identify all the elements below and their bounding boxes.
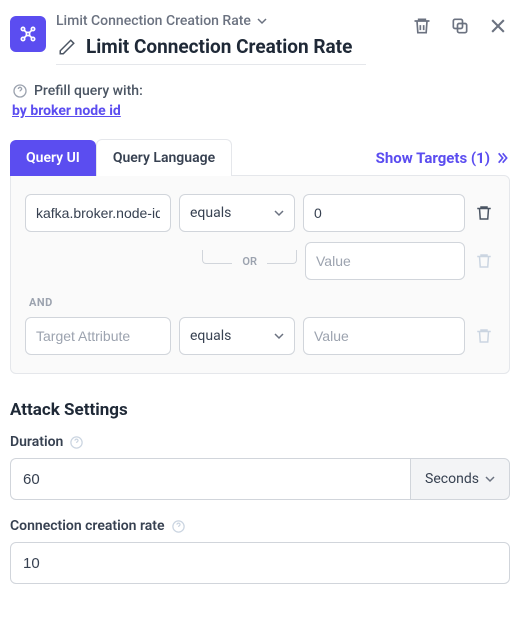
target-attribute-input[interactable] [25, 194, 171, 232]
query-builder-card: equals OR AND equals [10, 175, 510, 374]
close-button[interactable] [486, 14, 510, 38]
tab-query-ui[interactable]: Query UI [10, 140, 96, 176]
trash-icon [475, 327, 493, 345]
title-row: Limit Connection Creation Rate [56, 35, 366, 65]
close-icon [488, 16, 508, 36]
connection-rate-field: Connection creation rate [10, 518, 510, 584]
pencil-icon [58, 38, 76, 56]
delete-or-button[interactable] [473, 252, 495, 270]
trash-icon [475, 252, 493, 270]
help-icon[interactable] [171, 519, 186, 534]
caret-down-icon [257, 16, 267, 26]
prefill-section: Prefill query with: by broker node id [10, 83, 510, 119]
attack-type-dropdown[interactable]: Limit Connection Creation Rate [56, 13, 267, 29]
attack-settings-heading: Attack Settings [10, 400, 510, 420]
show-targets-label: Show Targets (1) [376, 149, 490, 167]
connection-rate-input[interactable] [10, 542, 510, 584]
prefill-label-row: Prefill query with: [12, 83, 508, 99]
duration-input-group: Seconds [10, 458, 510, 500]
delete-button[interactable] [410, 14, 434, 38]
and-label: AND [29, 296, 495, 309]
attack-type-icon [10, 16, 46, 52]
duration-input[interactable] [10, 458, 410, 500]
tabs-row: Query UI Query Language Show Targets (1) [10, 139, 510, 176]
operator-select-value: equals [190, 205, 231, 221]
help-icon [12, 83, 28, 99]
prefill-link-broker-node-id[interactable]: by broker node id [12, 103, 121, 119]
value-input-2[interactable] [303, 317, 465, 355]
attack-config-panel: Limit Connection Creation Rate Limit Con… [0, 0, 520, 622]
connection-rate-label-row: Connection creation rate [10, 518, 510, 534]
header-center: Limit Connection Creation Rate Limit Con… [56, 10, 400, 65]
operator-select-2[interactable]: equals [179, 317, 295, 355]
duration-field: Duration Seconds [10, 434, 510, 500]
delete-filter-button-2[interactable] [473, 327, 495, 345]
duration-unit-value: Seconds [425, 471, 479, 487]
operator-select[interactable]: equals [179, 194, 295, 232]
tab-query-language[interactable]: Query Language [96, 139, 232, 176]
duration-label: Duration [10, 434, 63, 450]
duration-unit-select[interactable]: Seconds [410, 458, 510, 500]
attack-type-dropdown-label: Limit Connection Creation Rate [56, 13, 251, 29]
show-targets-link[interactable]: Show Targets (1) [376, 149, 510, 167]
panel-title: Limit Connection Creation Rate [86, 35, 352, 58]
trash-icon [475, 204, 493, 222]
or-connector: OR [25, 255, 297, 268]
caret-down-icon [485, 474, 495, 484]
caret-down-icon [274, 331, 284, 341]
value-input[interactable] [303, 194, 465, 232]
chevrons-right-icon [494, 150, 510, 166]
target-attribute-input-2[interactable] [25, 317, 171, 355]
or-label: OR [242, 255, 257, 268]
filter-row-1: equals [25, 194, 495, 232]
copy-icon [450, 16, 470, 36]
caret-down-icon [274, 208, 284, 218]
header-actions [410, 14, 510, 38]
connection-rate-label: Connection creation rate [10, 518, 165, 534]
filter-row-2: equals [25, 317, 495, 355]
edit-title-button[interactable] [56, 36, 78, 58]
trash-icon [412, 16, 432, 36]
help-icon[interactable] [69, 435, 84, 450]
duration-label-row: Duration [10, 434, 510, 450]
filter-or-row: OR [25, 242, 495, 280]
duplicate-button[interactable] [448, 14, 472, 38]
delete-filter-button[interactable] [473, 204, 495, 222]
operator-select-value-2: equals [190, 328, 231, 344]
prefill-label: Prefill query with: [34, 83, 143, 99]
or-value-input[interactable] [305, 242, 465, 280]
panel-header: Limit Connection Creation Rate Limit Con… [10, 10, 510, 65]
